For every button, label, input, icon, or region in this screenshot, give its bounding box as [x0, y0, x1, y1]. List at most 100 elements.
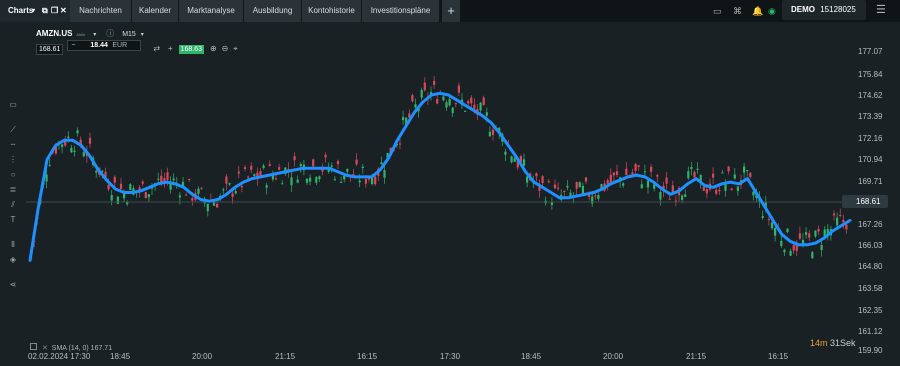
candle-body — [414, 104, 417, 108]
candle-body — [305, 178, 309, 183]
candle-body — [188, 178, 191, 180]
candle-body — [578, 182, 581, 188]
candle-body — [197, 188, 200, 194]
candle-body — [839, 214, 842, 216]
x-axis-tick-label: 18:45 — [110, 352, 131, 361]
candle-body — [296, 179, 299, 183]
candle-body — [318, 176, 321, 180]
indicator-legend[interactable]: ✕ SMA (14, 0) 167.71 — [30, 343, 112, 352]
candle-body — [141, 181, 144, 184]
candle-body — [76, 130, 79, 134]
candle-body — [185, 194, 188, 196]
x-axis-tick-label: 21:15 — [275, 352, 296, 361]
close-icon[interactable]: ✕ — [42, 345, 48, 352]
candle-body — [513, 158, 516, 162]
candle-body — [721, 172, 724, 174]
candle-body — [743, 166, 746, 173]
candle-body — [73, 150, 76, 153]
candle-body — [200, 187, 203, 189]
x-axis-tick-label: 18:45 — [521, 352, 542, 361]
candle-body — [789, 250, 792, 256]
candle-body — [581, 185, 584, 194]
price-chart[interactable] — [0, 0, 900, 366]
candle-body — [727, 166, 730, 172]
candle-body — [588, 195, 591, 197]
visibility-checkbox[interactable] — [30, 343, 37, 350]
candle-body — [445, 102, 448, 108]
candle-body — [730, 188, 733, 191]
candle-body — [274, 178, 278, 180]
candle-body — [696, 168, 699, 170]
current-price-value: 168.61 — [856, 197, 881, 206]
candle-body — [290, 177, 293, 186]
candle-body — [119, 183, 123, 189]
candle-body — [553, 184, 557, 189]
candle-body — [228, 183, 231, 185]
candle-body — [526, 176, 529, 183]
indicator-label: SMA (14, 0) 167.71 — [51, 345, 113, 352]
candle-body — [88, 138, 92, 144]
candle-body — [792, 244, 795, 251]
countdown-seconds: 31Sek — [830, 338, 856, 348]
candle-body — [262, 165, 265, 168]
candle-body — [172, 178, 175, 181]
candle-body — [715, 189, 718, 194]
candle-body — [361, 166, 364, 169]
candle-body — [355, 159, 358, 165]
candle-body — [836, 217, 839, 226]
candle-body — [736, 186, 739, 192]
candle-body — [299, 164, 302, 167]
candle-body — [659, 192, 662, 200]
candle-body — [250, 165, 253, 170]
candle-body — [584, 177, 588, 182]
candle-body — [485, 112, 488, 116]
candle-body — [615, 171, 619, 175]
candle-body — [832, 213, 836, 216]
candle-body — [374, 176, 377, 185]
candle-body — [640, 184, 643, 189]
candle-body — [333, 179, 336, 181]
candle-body — [451, 107, 454, 113]
candle-body — [312, 159, 315, 167]
y-axis-tick-label: 164.80 — [858, 262, 883, 271]
candle-body — [563, 190, 566, 192]
candle-body — [178, 195, 181, 198]
candle-body — [454, 103, 457, 105]
y-axis-tick-label: 162.35 — [858, 306, 883, 315]
candle-body — [634, 163, 637, 171]
candle-body — [336, 161, 340, 165]
candle-body — [622, 183, 625, 186]
candle-body — [157, 178, 160, 180]
candle-body — [70, 147, 73, 153]
candle-body — [770, 222, 774, 229]
candle-body — [535, 173, 538, 177]
candle-body — [702, 186, 705, 191]
candle-body — [423, 82, 426, 91]
candle-body — [448, 99, 451, 106]
candle-body — [491, 129, 495, 135]
candle-body — [522, 159, 526, 166]
candle-body — [113, 176, 116, 183]
candle-body — [265, 185, 268, 188]
candle-body — [780, 240, 783, 246]
candle-body — [268, 164, 271, 167]
candle-body — [637, 165, 640, 167]
y-axis-tick-label: 159.90 — [858, 346, 883, 355]
candle-body — [473, 104, 476, 109]
y-axis-tick-label: 172.16 — [858, 134, 883, 143]
candle-body — [234, 191, 237, 194]
candle-body — [247, 176, 250, 178]
y-axis-tick-label: 169.71 — [858, 177, 883, 186]
candle-body — [343, 175, 346, 180]
candle-body — [845, 224, 848, 230]
candle-body — [746, 170, 749, 172]
candle-countdown: 14m 31Sek — [810, 338, 856, 348]
candle-body — [479, 102, 482, 111]
candle-body — [606, 180, 609, 184]
candle-body — [433, 80, 436, 85]
y-axis-tick-label: 173.39 — [858, 112, 883, 121]
candle-body — [398, 143, 402, 145]
candle-body — [566, 185, 569, 188]
candle-body — [681, 195, 684, 200]
candle-body — [107, 184, 110, 190]
